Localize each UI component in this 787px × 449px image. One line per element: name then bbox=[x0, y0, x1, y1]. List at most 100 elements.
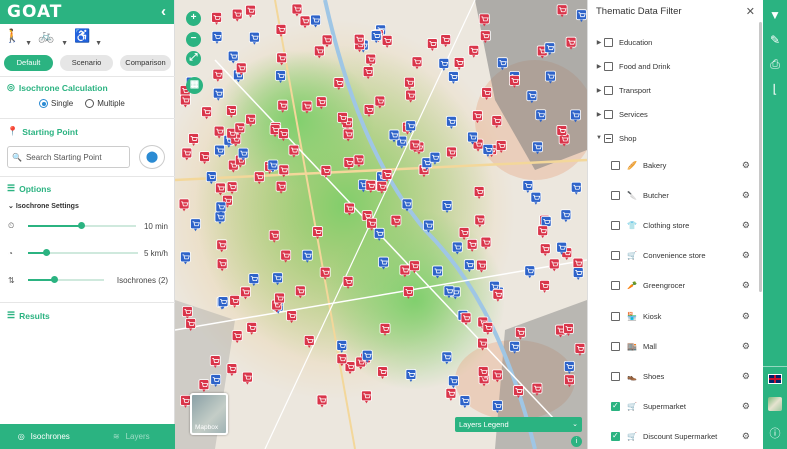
default-tab[interactable]: Default bbox=[4, 55, 53, 71]
isochrone-icon: ◎ bbox=[17, 432, 25, 441]
radio-label: Multiple bbox=[97, 99, 125, 108]
category-shop[interactable]: ▼ Shop bbox=[588, 128, 760, 148]
walking-icon: 🚶 bbox=[4, 28, 21, 43]
tab-label: Layers bbox=[125, 432, 150, 441]
basemap-icon[interactable] bbox=[768, 397, 782, 411]
options-title: ☰ Options bbox=[7, 183, 51, 194]
thematic-filter-panel: Thematic Data Filter ✕ ▶ Education ▶ Foo… bbox=[587, 0, 763, 449]
isochrones-tab[interactable]: ◎ Isochrones bbox=[0, 432, 88, 441]
checkbox[interactable] bbox=[611, 281, 620, 291]
gear-icon[interactable]: ⚙ bbox=[742, 371, 750, 382]
isochrone-calc-title: ◎ Isochrone Calculation bbox=[7, 82, 108, 93]
checkbox[interactable] bbox=[611, 190, 620, 200]
comparison-tab[interactable]: Comparison bbox=[120, 55, 171, 71]
checkbox[interactable] bbox=[611, 431, 620, 442]
checkbox[interactable] bbox=[611, 371, 620, 381]
language-flag-icon[interactable] bbox=[768, 374, 782, 384]
divider bbox=[0, 76, 175, 77]
shop-item-bakery[interactable]: 🥖 Bakery ⚙ bbox=[588, 155, 760, 175]
filter-title: Thematic Data Filter bbox=[596, 6, 682, 17]
filter-icon[interactable]: ▼ bbox=[766, 6, 784, 24]
category-food-and-drink[interactable]: ▶ Food and Drink bbox=[588, 56, 760, 76]
scenario-tab[interactable]: Scenario bbox=[60, 55, 113, 71]
checkbox[interactable] bbox=[604, 133, 613, 143]
checkbox[interactable] bbox=[611, 401, 620, 412]
print-icon[interactable]: ⎙ bbox=[766, 55, 784, 73]
shop-item-discount-supermarket[interactable]: 🛒 Discount Supermarket ⚙ bbox=[588, 427, 760, 447]
cart-icon: 🛒 bbox=[627, 432, 637, 442]
time-slider[interactable] bbox=[28, 222, 136, 229]
mall-icon: 🏬 bbox=[627, 341, 637, 351]
checkbox[interactable] bbox=[604, 37, 613, 47]
category-transport[interactable]: ▶ Transport bbox=[588, 80, 760, 100]
search-icon: 🔍 bbox=[12, 152, 22, 162]
map-info-button[interactable]: i bbox=[571, 436, 582, 447]
slider-knob[interactable] bbox=[43, 249, 50, 256]
isochrones-slider[interactable] bbox=[28, 276, 104, 283]
slider-knob[interactable] bbox=[78, 222, 85, 229]
gear-icon[interactable]: ⚙ bbox=[742, 220, 750, 231]
wheelchair-mode-button[interactable]: ♿ ▼ bbox=[74, 28, 102, 48]
checkbox[interactable] bbox=[611, 251, 620, 261]
gear-icon[interactable]: ⚙ bbox=[742, 431, 750, 442]
shop-item-greengrocer[interactable]: 🥕 Greengrocer ⚙ bbox=[588, 276, 760, 296]
checkbox[interactable] bbox=[611, 160, 620, 170]
checkbox[interactable] bbox=[604, 109, 613, 119]
locate-pin-button[interactable]: ⬤ bbox=[139, 145, 165, 169]
layers-tab[interactable]: ≋ Layers bbox=[88, 432, 176, 441]
cycling-mode-button[interactable]: 🚲 ▼ bbox=[38, 28, 68, 48]
item-label: Shoes bbox=[643, 371, 665, 381]
shop-item-butcher[interactable]: 🔪 Butcher ⚙ bbox=[588, 185, 760, 205]
chevron-down-icon: ⌄ bbox=[8, 203, 14, 210]
shop-item-shoes[interactable]: 👞 Shoes ⚙ bbox=[588, 366, 760, 386]
results-title[interactable]: ☰ Results bbox=[7, 310, 50, 321]
knife-icon: 🔪 bbox=[627, 190, 637, 200]
close-icon[interactable]: ✕ bbox=[746, 5, 755, 18]
chevron-down-icon: ⌄ bbox=[572, 421, 578, 428]
speed-slider[interactable] bbox=[28, 249, 138, 256]
shop-item-supermarket[interactable]: 🛒 Supermarket ⚙ bbox=[588, 397, 760, 417]
checkbox[interactable] bbox=[611, 311, 620, 321]
gear-icon[interactable]: ⚙ bbox=[742, 190, 750, 201]
shop-item-mall[interactable]: 🏬 Mall ⚙ bbox=[588, 336, 760, 356]
map-layers-button[interactable]: ▦ bbox=[186, 77, 203, 94]
slider-knob[interactable] bbox=[51, 276, 58, 283]
category-services[interactable]: ▶ Services bbox=[588, 104, 760, 124]
checkbox[interactable] bbox=[604, 85, 613, 95]
basemap-switcher[interactable]: Mapbox bbox=[190, 393, 228, 435]
map-canvas[interactable] bbox=[175, 0, 587, 449]
single-radio[interactable]: Single bbox=[39, 99, 73, 108]
info-icon[interactable]: ⓘ bbox=[766, 425, 784, 443]
gear-icon[interactable]: ⚙ bbox=[742, 160, 750, 171]
gear-icon[interactable]: ⚙ bbox=[742, 250, 750, 261]
zoom-out-button[interactable]: − bbox=[186, 32, 201, 47]
multiple-radio[interactable]: Multiple bbox=[85, 99, 125, 108]
measure-icon[interactable]: ⌊ bbox=[766, 80, 784, 98]
time-slider-row: ⏲ 10 min bbox=[8, 220, 168, 232]
checkbox[interactable] bbox=[604, 61, 613, 71]
search-input[interactable]: 🔍 Search Starting Point bbox=[7, 146, 130, 168]
gear-icon[interactable]: ⚙ bbox=[742, 280, 750, 291]
shop-item-clothing-store[interactable]: 👕 Clothing store ⚙ bbox=[588, 215, 760, 235]
shop-item-kiosk[interactable]: 🏪 Kiosk ⚙ bbox=[588, 306, 760, 326]
layers-icon: ≋ bbox=[112, 432, 120, 441]
checkbox[interactable] bbox=[611, 220, 620, 230]
isochrone-settings-header[interactable]: ⌄ Isochrone Settings bbox=[8, 202, 79, 210]
gear-icon[interactable]: ⚙ bbox=[742, 341, 750, 352]
bicycle-icon: 🚲 bbox=[38, 28, 55, 43]
walking-mode-button[interactable]: 🚶 ▼ bbox=[4, 28, 32, 48]
wheelchair-icon: ♿ bbox=[74, 28, 91, 43]
category-education[interactable]: ▶ Education bbox=[588, 32, 760, 52]
item-label: Greengrocer bbox=[643, 281, 686, 291]
layers-legend-button[interactable]: Layers Legend ⌄ bbox=[455, 417, 582, 432]
chevron-left-icon[interactable]: ‹ bbox=[161, 3, 166, 20]
checkbox[interactable] bbox=[611, 341, 620, 351]
radio-dot bbox=[85, 99, 95, 108]
map-view[interactable]: + − ⤢ ▦ Mapbox Layers Legend ⌄ i bbox=[175, 0, 587, 449]
shop-item-convenience-store[interactable]: 🛒 Convenience store ⚙ bbox=[588, 246, 760, 266]
gear-icon[interactable]: ⚙ bbox=[742, 401, 750, 412]
fullscreen-button[interactable]: ⤢ bbox=[186, 51, 201, 66]
edit-icon[interactable]: ✎ bbox=[766, 31, 784, 49]
zoom-in-button[interactable]: + bbox=[186, 11, 201, 26]
gear-icon[interactable]: ⚙ bbox=[742, 311, 750, 322]
